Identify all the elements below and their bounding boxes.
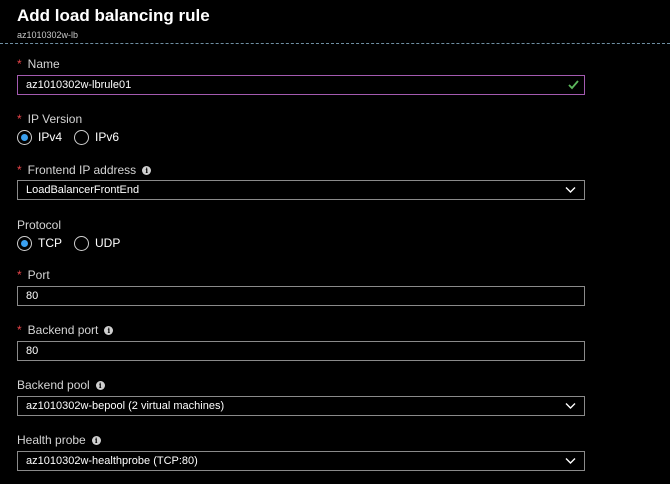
health-probe-value: az1010302w-healthprobe (TCP:80) [26,455,198,467]
port-field-value: 80 [26,290,39,302]
header-divider [0,43,670,44]
radio-unselected-icon[interactable] [74,235,89,251]
backend-port-field[interactable]: 80 [17,341,585,361]
page-title: Add load balancing rule [17,6,210,25]
required-marker: * [17,268,22,282]
required-marker: * [17,163,22,177]
chevron-down-icon [565,458,576,464]
required-marker: * [17,323,22,337]
frontend-ip-select[interactable]: LoadBalancerFrontEnd [17,180,585,200]
backend-pool-label: Backend pool i [17,378,105,392]
port-label-text: Port [27,268,50,282]
protocol-radio-group: TCP UDP [17,234,132,252]
info-icon[interactable]: i [91,435,101,445]
ipv4-label: IPv4 [38,130,63,144]
required-marker: * [17,57,22,71]
name-label-text: Name [27,57,60,71]
chevron-down-icon [565,403,576,409]
health-probe-select[interactable]: az1010302w-healthprobe (TCP:80) [17,451,585,471]
protocol-label-text: Protocol [17,218,62,232]
name-label: * Name [17,57,60,71]
backend-port-field-value: 80 [26,345,39,357]
blade-header: Add load balancing rule az1010302w-lb [0,0,670,44]
port-field[interactable]: 80 [17,286,585,306]
page-subtitle: az1010302w-lb [17,30,79,40]
backend-port-label: * Backend port i [17,323,114,337]
frontend-ip-label-text: Frontend IP address [27,163,137,177]
frontend-ip-value: LoadBalancerFrontEnd [26,184,140,196]
radio-unselected-icon[interactable] [74,129,90,145]
protocol-option-udp[interactable]: UDP [74,235,121,251]
info-icon[interactable]: i [142,165,152,175]
chevron-down-icon [565,187,576,193]
ip-version-option-ipv6[interactable]: IPv6 [74,129,120,145]
udp-label: UDP [95,236,121,250]
health-probe-label-text: Health probe [17,433,86,447]
radio-selected-icon[interactable] [17,129,32,145]
ip-version-radio-group: IPv4 IPv6 [17,128,131,146]
checkmark-icon [568,80,579,90]
tcp-label: TCP [38,236,62,250]
backend-pool-label-text: Backend pool [17,378,90,392]
protocol-option-tcp[interactable]: TCP [17,235,62,251]
info-icon[interactable]: i [95,380,105,390]
backend-pool-value: az1010302w-bepool (2 virtual machines) [26,400,225,412]
frontend-ip-label: * Frontend IP address i [17,163,152,177]
ip-version-label-text: IP Version [27,112,83,126]
health-probe-label: Health probe i [17,433,101,447]
name-field-value: az1010302w-lbrule01 [26,79,132,91]
backend-pool-select[interactable]: az1010302w-bepool (2 virtual machines) [17,396,585,416]
radio-selected-icon[interactable] [17,235,32,251]
ip-version-option-ipv4[interactable]: IPv4 [17,129,63,145]
ipv6-label: IPv6 [95,130,120,144]
backend-port-label-text: Backend port [27,323,99,337]
port-label: * Port [17,268,50,282]
load-balancing-rule-blade: Add load balancing rule az1010302w-lb * … [0,0,670,484]
name-field[interactable]: az1010302w-lbrule01 [17,75,585,95]
info-icon[interactable]: i [104,325,114,335]
required-marker: * [17,112,22,126]
protocol-label: Protocol [17,218,61,232]
ip-version-label: * IP Version [17,112,82,126]
